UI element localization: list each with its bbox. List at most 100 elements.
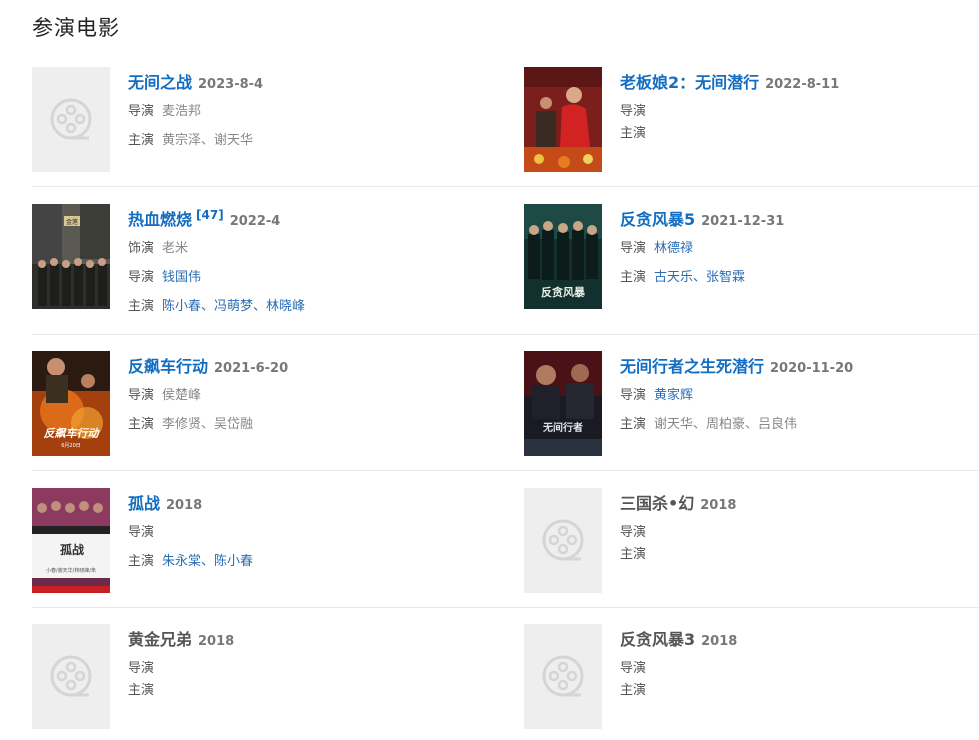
film-card: 无间之战 2023-8-4 导演 麦浩邦 主演 黄宗泽、谢天华 [32,67,472,177]
film-title-line: 无间之战 2023-8-4 [128,69,263,93]
film-meta-row: 主演 谢天华、周柏豪、吕良伟 [620,413,797,432]
film-title: 反贪风暴3 [620,630,696,649]
film-date: 2018 [166,498,203,513]
film-poster[interactable]: 金莲 [32,204,110,309]
meta-value[interactable]: 黄家辉 [654,388,693,403]
film-reel-icon [50,655,92,697]
film-meta-row: 导演 [620,100,654,119]
film-card: 孤战 小春/谢天华/林晓峰/朱 孤战 2018 导演 主演 朱永棠、陈小春 [32,488,472,598]
film-meta-row: 主演 陈小春、冯萌梦、林晓峰 [128,295,305,314]
meta-value: 老米 [162,241,189,256]
film-poster[interactable]: 无间行者 [524,351,602,456]
film-date: 2018 [198,634,235,649]
film-reel-icon [542,655,584,697]
row-divider [32,607,979,608]
film-date: 2023-8-4 [198,77,264,92]
meta-value[interactable]: 陈小春、冯萌梦、林晓峰 [162,299,305,314]
film-title[interactable]: 无间之战 [128,73,192,92]
film-meta-row: 主演 古天乐、张智霖 [620,266,745,285]
meta-label: 导演 [620,525,647,540]
meta-label: 主演 [620,547,647,562]
film-card: 反贪风暴3 2018 导演 主演 [524,624,964,734]
film-meta-row: 导演 黄家辉 [620,384,693,403]
film-title-line: 老板娘2：无间潜行 2022-8-11 [620,69,839,93]
film-title[interactable]: 老板娘2：无间潜行 [620,73,759,92]
film-date: 2020-11-20 [770,361,854,376]
meta-label: 导演 [128,661,155,676]
film-title-line: 反贪风暴3 2018 [620,626,737,650]
film-meta-row: 主演 [128,679,162,698]
meta-value: 麦浩邦 [162,104,202,119]
meta-label: 导演 [620,388,647,403]
film-title[interactable]: 反贪风暴5 [620,210,695,229]
film-title-line: 无间行者之生死潜行 2020-11-20 [620,353,853,377]
film-title[interactable]: 热血燃烧 [128,210,192,229]
row-divider [32,186,979,187]
meta-label: 导演 [620,241,647,256]
meta-value: 侯楚峰 [162,388,202,403]
meta-label: 主演 [620,126,647,141]
film-date: 2021-12-31 [701,214,785,229]
film-card: 无间行者 无间行者之生死潜行 2020-11-20 导演 黄家辉主演 谢天华、周柏豪、吕… [524,351,964,461]
film-meta-row: 导演 [128,657,162,676]
film-meta-row: 导演 [620,521,654,540]
poster-sign-text: 金莲 [66,218,78,226]
film-poster[interactable] [524,67,602,172]
film-poster[interactable]: 反贪风暴 [524,204,602,309]
film-title-line: 黄金兄弟 2018 [128,626,234,650]
meta-label: 主演 [128,133,155,148]
meta-value[interactable]: 林德禄 [654,241,693,256]
film-poster-placeholder [32,624,110,729]
meta-value[interactable]: 朱永棠、陈小春 [162,554,253,569]
film-poster[interactable]: 反飙车行动 6月20日 [32,351,110,456]
row-divider [32,470,979,471]
film-meta-row: 导演 侯楚峰 [128,384,201,403]
poster-title-text: 反贪风暴 [541,285,586,299]
film-meta-row: 主演 [620,543,654,562]
film-poster-placeholder [524,488,602,593]
film-title: 三国杀•幻 [620,494,695,513]
film-date: 2018 [700,498,737,513]
citation-link[interactable]: [47] [196,208,224,222]
meta-label: 导演 [128,104,155,119]
film-meta-row: 主演 [620,122,654,141]
film-title[interactable]: 孤战 [128,494,160,513]
film-title-line: 反贪风暴5 2021-12-31 [620,206,784,230]
meta-value[interactable]: 古天乐、张智霖 [654,270,745,285]
meta-label: 主演 [128,554,155,569]
film-title[interactable]: 无间行者之生死潜行 [620,357,764,376]
film-card: 反飙车行动 6月20日 反飙车行动 2021-6-20 导演 侯楚峰主演 李修贤、吴岱融 [32,351,472,461]
poster-names-text: 小春/谢天华/林晓峰/朱 [46,567,96,574]
film-card: 老板娘2：无间潜行 2022-8-11 导演主演 [524,67,964,177]
meta-label: 主演 [620,270,647,285]
film-date: 2021-6-20 [214,361,289,376]
film-date: 2018 [701,634,738,649]
film-reel-icon [50,98,92,140]
poster-title-text: 反飙车行动 [44,427,101,440]
meta-label: 导演 [128,388,155,403]
film-card: 金莲 热血燃烧 [47] 2022-4 饰演 老米 导演 钱国伟 主演 陈小春、冯萌梦、林晓峰 [32,204,472,314]
film-date: 2022-4 [229,214,281,229]
row-divider [32,334,979,335]
film-title: 黄金兄弟 [128,630,193,649]
film-title-line: 反飙车行动 2021-6-20 [128,353,288,377]
film-poster[interactable]: 孤战 小春/谢天华/林晓峰/朱 [32,488,110,593]
film-poster-placeholder [32,67,110,172]
film-meta-row: 主演 李修贤、吴岱融 [128,413,253,432]
meta-label: 主演 [128,299,155,314]
film-title[interactable]: 反飙车行动 [128,357,208,376]
meta-value[interactable]: 钱国伟 [162,270,201,285]
poster-date-text: 6月20日 [61,443,81,449]
meta-label: 主演 [128,417,155,432]
meta-label: 主演 [128,683,155,698]
film-card: 反贪风暴 反贪风暴5 2021-12-31 导演 林德禄 主演 古天乐、张智霖 [524,204,964,314]
meta-label: 导演 [620,661,647,676]
film-title-line: 三国杀•幻 2018 [620,490,736,514]
film-title-line: 孤战 2018 [128,490,202,514]
film-date: 2022-8-11 [765,77,840,92]
film-meta-row: 饰演 老米 [128,237,188,256]
meta-value: 黄宗泽、谢天华 [162,133,254,148]
film-meta-row: 主演 朱永棠、陈小春 [128,550,253,569]
film-reel-icon [542,519,584,561]
film-meta-row: 导演 麦浩邦 [128,100,201,119]
